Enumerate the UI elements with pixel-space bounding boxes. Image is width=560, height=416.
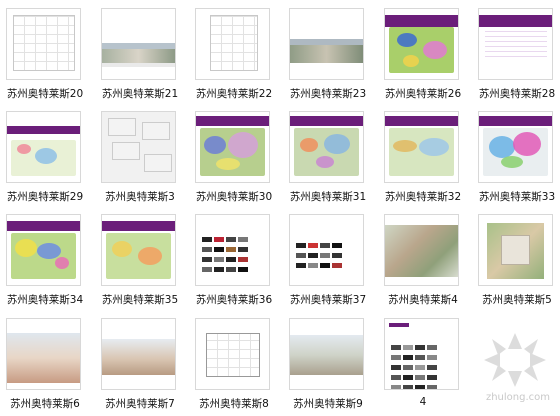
thumbnail-image[interactable]	[101, 214, 176, 286]
thumbnail-label: 苏州奥特莱斯20	[6, 88, 84, 100]
thumbnail-image[interactable]	[384, 111, 459, 183]
thumbnail-image[interactable]	[101, 8, 176, 80]
thumbnail-label: 苏州奥特莱斯34	[6, 294, 84, 306]
thumbnail-image[interactable]	[6, 8, 81, 80]
thumbnail-item[interactable]: 苏州奥特莱斯31	[289, 111, 367, 209]
thumbnail-image[interactable]	[384, 318, 459, 390]
thumbnail-item[interactable]: 苏州奥特莱斯29	[6, 111, 84, 209]
thumbnail-image[interactable]	[478, 111, 553, 183]
thumbnail-image[interactable]	[6, 111, 81, 183]
thumbnail-image[interactable]	[384, 8, 459, 80]
thumbnail-label: 苏州奥特莱斯32	[384, 191, 462, 203]
thumbnail-label: 苏州奥特莱斯8	[199, 398, 269, 410]
thumbnail-label: 苏州奥特莱斯22	[195, 88, 273, 100]
thumbnail-item[interactable]: 苏州奥特莱斯3	[101, 111, 179, 209]
thumbnail-item[interactable]: 苏州奥特莱斯23	[289, 8, 367, 106]
thumbnail-item[interactable]: 苏州奥特莱斯9	[289, 318, 367, 416]
thumbnail-image[interactable]	[6, 214, 81, 286]
thumbnail-label: 苏州奥特莱斯3	[105, 191, 175, 203]
thumbnail-grid: 苏州奥特莱斯20 苏州奥特莱斯21 苏州奥特莱斯22 苏州奥特莱斯23 苏州奥特…	[0, 0, 560, 410]
thumbnail-item[interactable]: 苏州奥特莱斯5	[478, 214, 556, 312]
thumbnail-item[interactable]: 苏州奥特莱斯36	[195, 214, 273, 312]
thumbnail-label: 苏州奥特莱斯5	[482, 294, 552, 306]
thumbnail-item[interactable]: 苏州奥特莱斯21	[101, 8, 179, 106]
thumbnail-label: 苏州奥特莱斯28	[478, 88, 556, 100]
thumbnail-label: 苏州奥特莱斯29	[6, 191, 84, 203]
thumbnail-item[interactable]: 苏州奥特莱斯35	[101, 214, 179, 312]
thumbnail-item[interactable]: 苏州奥特莱斯22	[195, 8, 273, 106]
thumbnail-image[interactable]	[195, 8, 270, 80]
watermark-text: zhulong.com	[485, 392, 550, 403]
thumbnail-label: 苏州奥特莱斯4	[388, 294, 458, 306]
thumbnail-item[interactable]: 苏州奥特莱斯34	[6, 214, 84, 312]
thumbnail-image[interactable]	[384, 214, 459, 286]
thumbnail-label: 苏州奥特莱斯7	[105, 398, 175, 410]
thumbnail-image[interactable]	[6, 318, 81, 390]
thumbnail-image[interactable]	[478, 8, 553, 80]
watermark-logo-icon	[484, 333, 546, 387]
thumbnail-label: 苏州奥特莱斯23	[289, 88, 367, 100]
thumbnail-image[interactable]	[195, 318, 270, 390]
thumbnail-image[interactable]	[289, 111, 364, 183]
thumbnail-item[interactable]: 苏州奥特莱斯6	[6, 318, 84, 416]
thumbnail-label: 苏州奥特莱斯30	[195, 191, 273, 203]
thumbnail-item[interactable]: 4	[384, 318, 462, 416]
thumbnail-item[interactable]: 苏州奥特莱斯32	[384, 111, 462, 209]
thumbnail-label: 苏州奥特莱斯26	[384, 88, 462, 100]
thumbnail-item[interactable]: 苏州奥特莱斯8	[195, 318, 273, 416]
thumbnail-item[interactable]: 苏州奥特莱斯30	[195, 111, 273, 209]
thumbnail-image[interactable]	[101, 111, 176, 183]
thumbnail-item[interactable]: 苏州奥特莱斯33	[478, 111, 556, 209]
thumbnail-label: 苏州奥特莱斯36	[195, 294, 273, 306]
thumbnail-label: 苏州奥特莱斯6	[10, 398, 80, 410]
thumbnail-label: 苏州奥特莱斯33	[478, 191, 556, 203]
thumbnail-item[interactable]: 苏州奥特莱斯4	[384, 214, 462, 312]
thumbnail-label: 苏州奥特莱斯21	[101, 88, 179, 100]
thumbnail-image[interactable]	[101, 318, 176, 390]
thumbnail-item[interactable]: 苏州奥特莱斯7	[101, 318, 179, 416]
thumbnail-image[interactable]	[478, 214, 553, 286]
thumbnail-item[interactable]: 苏州奥特莱斯28	[478, 8, 556, 106]
thumbnail-label: 苏州奥特莱斯35	[101, 294, 179, 306]
thumbnail-label: 苏州奥特莱斯37	[289, 294, 367, 306]
thumbnail-label: 4	[419, 396, 427, 408]
thumbnail-image[interactable]	[195, 214, 270, 286]
thumbnail-image[interactable]	[289, 318, 364, 390]
thumbnail-item[interactable]: 苏州奥特莱斯37	[289, 214, 367, 312]
thumbnail-image[interactable]	[289, 8, 364, 80]
thumbnail-image[interactable]	[195, 111, 270, 183]
thumbnail-item[interactable]: 苏州奥特莱斯20	[6, 8, 84, 106]
thumbnail-item[interactable]: 苏州奥特莱斯26	[384, 8, 462, 106]
thumbnail-image[interactable]	[289, 214, 364, 286]
thumbnail-label: 苏州奥特莱斯9	[293, 398, 363, 410]
thumbnail-label: 苏州奥特莱斯31	[289, 191, 367, 203]
